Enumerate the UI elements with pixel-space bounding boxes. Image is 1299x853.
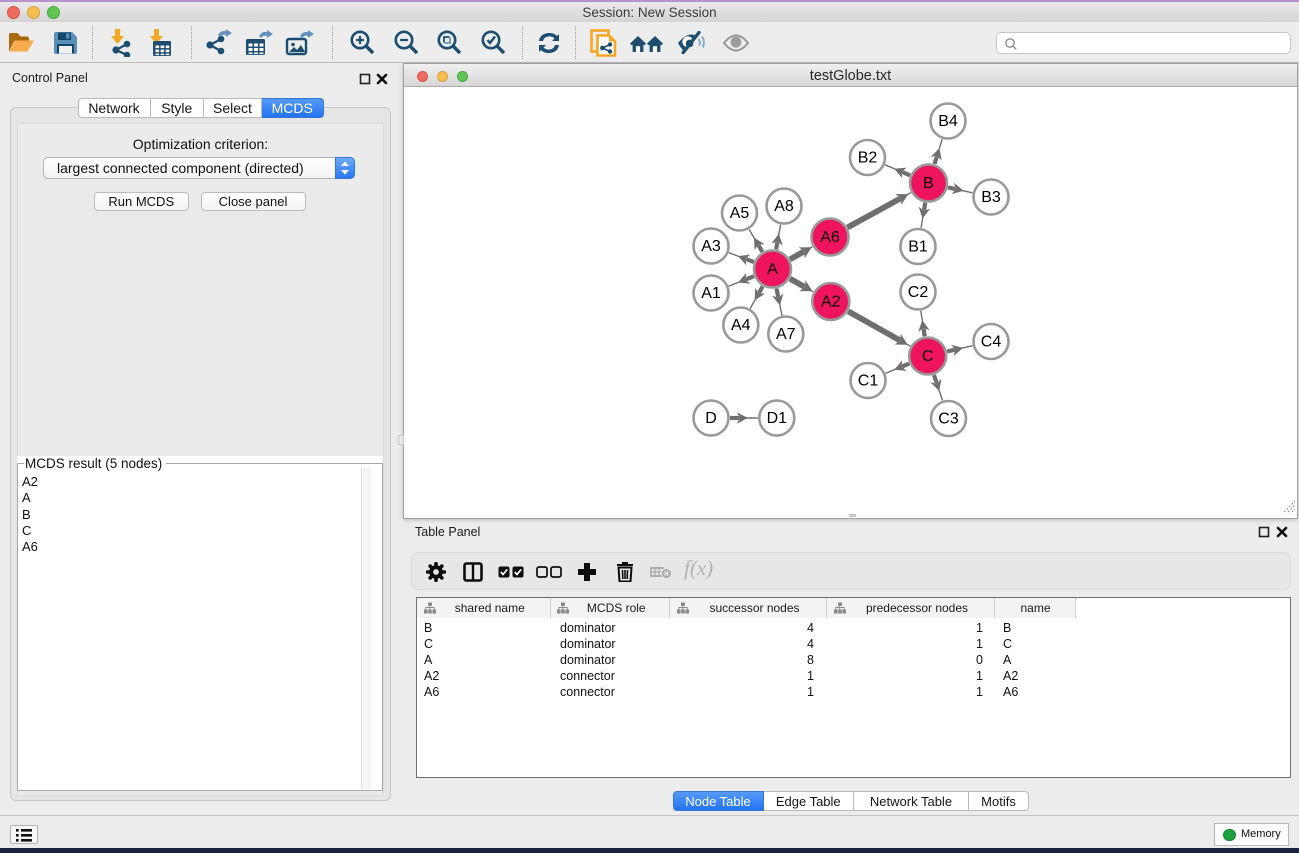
svg-text:B1: B1: [908, 239, 928, 256]
svg-text:B2: B2: [858, 150, 878, 167]
svg-text:B4: B4: [938, 113, 958, 130]
svg-text:A4: A4: [731, 317, 751, 334]
svg-text:A7: A7: [776, 326, 796, 343]
svg-text:A2: A2: [821, 294, 841, 311]
svg-text:C4: C4: [981, 334, 1002, 351]
svg-text:A3: A3: [701, 238, 721, 255]
svg-text:C: C: [922, 348, 934, 365]
svg-text:C1: C1: [858, 373, 879, 390]
svg-text:A1: A1: [701, 285, 721, 302]
svg-text:C3: C3: [938, 411, 959, 428]
svg-text:A5: A5: [730, 205, 750, 222]
svg-text:A: A: [767, 261, 778, 278]
svg-text:B3: B3: [981, 189, 1001, 206]
svg-text:C2: C2: [908, 284, 929, 301]
svg-text:D: D: [705, 410, 717, 427]
svg-text:B: B: [923, 175, 934, 192]
svg-text:A8: A8: [774, 198, 794, 215]
svg-text:A6: A6: [820, 229, 840, 246]
svg-text:D1: D1: [767, 410, 788, 427]
